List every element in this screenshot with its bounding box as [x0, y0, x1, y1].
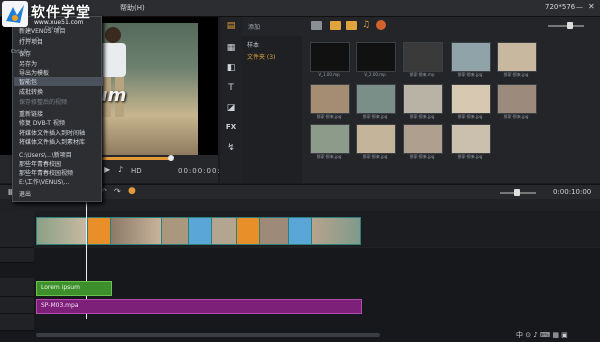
- thumb-label: 那家·那来.jpg: [362, 154, 388, 159]
- video-clip[interactable]: [161, 217, 189, 245]
- play-icon[interactable]: ▶: [104, 165, 110, 174]
- library-thumb[interactable]: [356, 84, 396, 114]
- menu-item-smart-package[interactable]: 智能包: [14, 77, 103, 86]
- transition-clip[interactable]: [188, 217, 212, 245]
- thumb-label: V_1.00.mp: [318, 72, 340, 77]
- thumb-label: 那家·那来.jpg: [503, 72, 529, 77]
- library-sample-folder[interactable]: 文件夹 (3): [247, 52, 275, 61]
- redo-icon[interactable]: ↷: [114, 187, 121, 196]
- thumbnail-zoom-slider[interactable]: [548, 25, 584, 27]
- photo-filter-icon[interactable]: [346, 21, 357, 30]
- title-track-header[interactable]: [0, 278, 34, 297]
- import-icon[interactable]: [376, 20, 386, 30]
- library-thumb[interactable]: [497, 84, 537, 114]
- media-icon[interactable]: ▤: [224, 21, 238, 33]
- thumb-label: 那家·那来.jpg: [409, 154, 435, 159]
- video-clip[interactable]: [211, 217, 237, 245]
- menu-item-save-as[interactable]: 另存为: [19, 59, 37, 68]
- audio-filter-icon[interactable]: ♫: [362, 20, 370, 30]
- record-icon[interactable]: ●: [128, 186, 136, 196]
- transition-clip[interactable]: [288, 217, 312, 245]
- recent-file-3[interactable]: 那些年青春校园视频: [19, 168, 73, 177]
- folder-icon[interactable]: [311, 21, 322, 30]
- music-track-header[interactable]: [0, 314, 34, 331]
- instant-project-icon[interactable]: ▦: [224, 43, 238, 55]
- library-thumb[interactable]: [403, 42, 443, 72]
- file-menu: 新建VENUS 项目 Ctrl+N 打开项目 Ctrl+O 保存 Ctrl+S 另存为…: [11, 16, 103, 202]
- recent-file-4[interactable]: E:\工作\VENUS\...: [19, 177, 69, 186]
- music-clip-label: SP-M03.mpa: [41, 302, 79, 309]
- recent-file-2[interactable]: 那些年青春校园: [19, 159, 61, 168]
- scrub-handle[interactable]: [168, 155, 174, 161]
- title-clip-label: Lorem ipsum: [41, 284, 80, 291]
- menu-item-open-project[interactable]: 打开项目 Ctrl+O: [19, 37, 43, 46]
- hd-toggle[interactable]: HD: [131, 167, 142, 175]
- thumb-label: 那家·那来.jpg: [457, 154, 483, 159]
- minimize-button[interactable]: —: [576, 3, 583, 11]
- library-thumb[interactable]: [403, 124, 443, 154]
- thumbnail-zoom-handle[interactable]: [567, 22, 573, 29]
- brand-url: www.xue51.com: [34, 19, 84, 26]
- thumb-label: 那家·那来.jpg: [316, 114, 342, 119]
- library-thumb[interactable]: [451, 124, 491, 154]
- menu-item-relink[interactable]: 重新链接: [19, 109, 43, 118]
- library-thumb[interactable]: [497, 42, 537, 72]
- library-add[interactable]: 添加: [248, 22, 260, 31]
- library-thumb[interactable]: [310, 124, 350, 154]
- project-resolution: 720*576: [545, 3, 576, 11]
- video-clip[interactable]: [311, 217, 361, 245]
- close-button[interactable]: ✕: [588, 2, 595, 11]
- thumb-label: 那家·那来.jpg: [457, 72, 483, 77]
- menu-item-insert-library[interactable]: 将媒体文件插入到素材库: [19, 137, 85, 146]
- video-track-header[interactable]: [0, 211, 34, 248]
- library-thumb[interactable]: [310, 42, 350, 72]
- graphic-icon[interactable]: ◪: [224, 103, 238, 115]
- overlay-track-header[interactable]: [0, 248, 34, 263]
- menu-item-new-project[interactable]: 新建VENUS 项目 Ctrl+N: [19, 26, 66, 35]
- title-icon[interactable]: T: [224, 83, 238, 95]
- transition-clip[interactable]: [87, 217, 111, 245]
- menu-item-insert-timeline[interactable]: 将媒体文件插入到时间轴: [19, 128, 85, 137]
- menu-item-save[interactable]: 保存 Ctrl+S: [11, 49, 31, 58]
- logo: [2, 1, 28, 27]
- library-thumb[interactable]: [403, 84, 443, 114]
- timeline-zoom-handle[interactable]: [514, 189, 520, 196]
- thumb-label: 那家·那来.mp: [409, 72, 435, 77]
- recent-file-1[interactable]: C:\Users\...\新项目: [19, 150, 72, 159]
- video-clip[interactable]: [36, 217, 88, 245]
- library-thumb[interactable]: [451, 84, 491, 114]
- voice-track-header[interactable]: [0, 297, 34, 314]
- library-thumb[interactable]: [356, 42, 396, 72]
- library-thumb[interactable]: [356, 124, 396, 154]
- library-root-folder[interactable]: 样本: [247, 40, 259, 49]
- video-clip[interactable]: [110, 217, 162, 245]
- filter-icon[interactable]: FX: [224, 123, 238, 135]
- video-filter-icon[interactable]: [330, 21, 341, 30]
- thumb-label: 那家·那来.jpg: [362, 114, 388, 119]
- timeline-duration: 0:00:10:00: [553, 188, 592, 196]
- library-strip: ▤ ▦ ◧ T ◪ FX ↯: [220, 17, 243, 183]
- menu-item-exit[interactable]: 退出: [19, 189, 31, 198]
- thumb-label: V_2.00.mp: [364, 72, 386, 77]
- path-icon[interactable]: ↯: [224, 143, 238, 155]
- timeline-scrollbar[interactable]: [36, 333, 380, 337]
- menu-item-batch-convert[interactable]: 成批转换: [19, 87, 43, 96]
- video-clip[interactable]: [259, 217, 289, 245]
- library-thumb[interactable]: [451, 42, 491, 72]
- transition-clip[interactable]: [236, 217, 260, 245]
- music-clip[interactable]: [36, 299, 362, 314]
- volume-icon[interactable]: ♪: [118, 165, 123, 174]
- library-thumb[interactable]: [310, 84, 350, 114]
- menu-item-repair-dvbt[interactable]: 修复 DVB-T 视频: [19, 118, 65, 127]
- menu-item-save-trimmed[interactable]: 保存修整后的视频: [19, 97, 67, 106]
- transition-icon[interactable]: ◧: [224, 63, 238, 75]
- system-tray: 中 ⊙ ♪ ⌨ ▦ ▣: [516, 331, 568, 339]
- thumb-label: 那家·那来.jpg: [457, 114, 483, 119]
- thumb-label: 那家·那来.jpg: [409, 114, 435, 119]
- scrub-bar[interactable]: [100, 157, 170, 160]
- thumb-label: 那家·那来.jpg: [316, 154, 342, 159]
- menu-item-export-template[interactable]: 导出为模板: [19, 68, 49, 77]
- thumb-label: 那家·那来.jpg: [503, 114, 529, 119]
- menu-help[interactable]: 帮助(H): [120, 3, 145, 13]
